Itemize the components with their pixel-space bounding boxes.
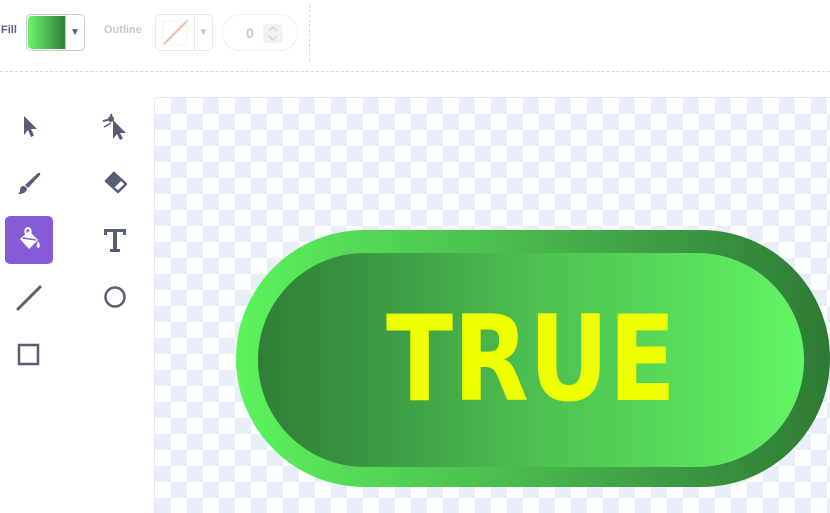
tool-rectangle[interactable]	[5, 331, 53, 379]
tool-circle[interactable]	[91, 273, 139, 321]
stepper-arrows-icon	[268, 25, 278, 42]
line-icon	[16, 285, 42, 311]
toolbar: Fill ▼ Outline ▼ 0	[0, 0, 830, 72]
chevron-down-icon[interactable]: ▼	[194, 15, 212, 50]
true-button-shape[interactable]: TRUE	[155, 98, 830, 513]
brush-icon	[18, 172, 41, 194]
fill-swatch[interactable]	[28, 16, 65, 49]
tool-brush[interactable]	[5, 159, 53, 207]
stroke-width-value: 0	[246, 25, 254, 41]
fill-color-picker[interactable]: ▼	[26, 14, 85, 51]
tool-fill[interactable]	[5, 216, 53, 264]
true-label[interactable]: TRUE	[386, 291, 676, 429]
drawing-canvas[interactable]: TRUE	[154, 97, 830, 513]
reshape-icon	[102, 113, 126, 140]
stroke-width-input[interactable]: 0	[222, 14, 298, 51]
paint-editor: Fill ▼ Outline ▼ 0 TRUE	[0, 0, 830, 513]
outline-label: Outline	[104, 24, 142, 36]
chevron-down-icon[interactable]: ▼	[65, 15, 84, 50]
outline-swatch[interactable]	[157, 16, 194, 49]
tool-select[interactable]	[5, 102, 53, 150]
stroke-width-stepper[interactable]	[263, 24, 283, 43]
fill-label: Fill	[1, 24, 17, 36]
tool-text[interactable]	[91, 216, 139, 264]
tool-reshape[interactable]	[91, 102, 139, 150]
toolbar-divider	[309, 5, 310, 61]
circle-icon	[104, 286, 126, 308]
rectangle-icon	[17, 343, 40, 366]
eraser-icon	[104, 171, 128, 194]
paint-bucket-icon	[20, 226, 40, 249]
tool-eraser[interactable]	[91, 159, 139, 207]
no-color-icon	[162, 19, 189, 46]
arrow-icon	[24, 116, 37, 137]
outline-color-picker[interactable]: ▼	[155, 14, 213, 51]
text-icon	[104, 229, 126, 252]
tool-line[interactable]	[5, 273, 53, 321]
